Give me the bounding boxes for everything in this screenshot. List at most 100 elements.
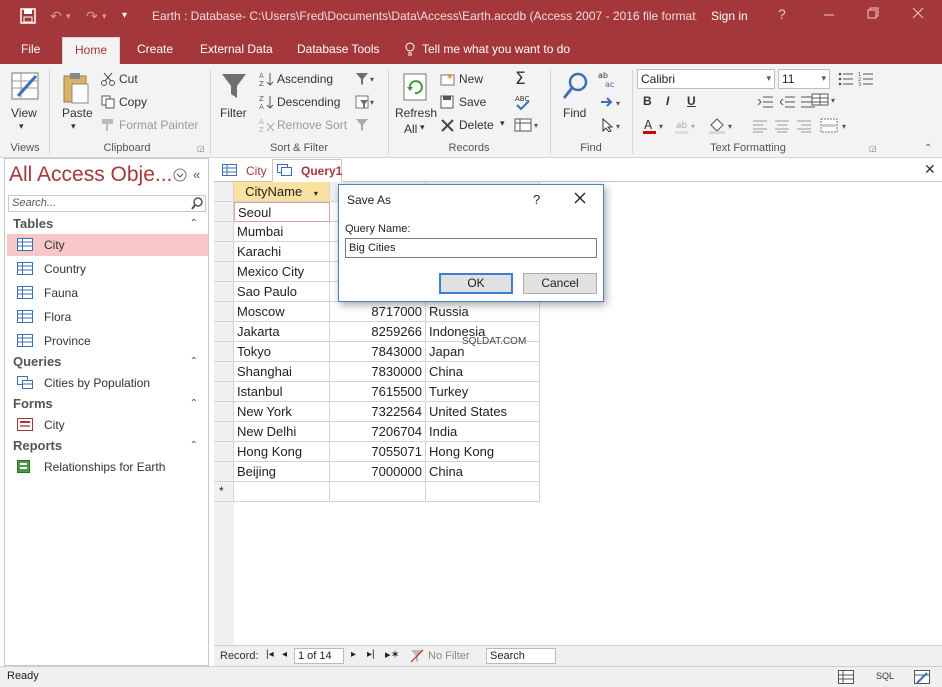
go-to-icon[interactable]: ▾ <box>600 95 626 112</box>
sort-ascending-icon[interactable]: AZ <box>259 71 275 90</box>
city-name-cell[interactable]: Beijing <box>234 462 330 482</box>
selection-filter-icon[interactable]: ▾ <box>355 72 377 89</box>
new-row-cell[interactable] <box>234 482 330 502</box>
align-right-icon[interactable] <box>796 119 812 136</box>
population-cell[interactable]: 8259266 <box>330 322 426 342</box>
country-cell[interactable]: Russia <box>426 302 540 322</box>
column-dropdown-icon[interactable]: ▾ <box>314 189 318 198</box>
population-cell[interactable]: 7322564 <box>330 402 426 422</box>
country-cell[interactable]: United States <box>426 402 540 422</box>
redo-icon[interactable]: ↷ <box>86 8 98 24</box>
population-cell[interactable]: 7830000 <box>330 362 426 382</box>
row-selector[interactable] <box>214 442 234 462</box>
city-name-cell[interactable]: Shanghai <box>234 362 330 382</box>
redo-dropdown-icon[interactable]: ▾ <box>102 8 107 24</box>
save-icon[interactable] <box>20 8 36 27</box>
datasheet-view-icon[interactable] <box>838 670 854 687</box>
numbering-icon[interactable]: 123 <box>858 71 874 90</box>
new-row-cell[interactable] <box>426 482 540 502</box>
save-record-button[interactable]: Save <box>459 95 486 109</box>
nav-group-reports[interactable]: Reports <box>13 438 62 453</box>
refresh-all-icon[interactable] <box>401 72 429 107</box>
row-selector[interactable] <box>214 282 234 302</box>
city-name-cell[interactable]: Moscow <box>234 302 330 322</box>
new-record-selector[interactable]: * <box>214 482 234 502</box>
population-cell[interactable]: 7055071 <box>330 442 426 462</box>
search-icon[interactable] <box>191 197 204 213</box>
nav-item-province-table[interactable]: Province <box>7 330 208 352</box>
bullets-icon[interactable] <box>838 71 854 90</box>
nav-item-fauna-table[interactable]: Fauna <box>7 282 208 304</box>
country-cell[interactable]: Hong Kong <box>426 442 540 462</box>
next-record-icon[interactable]: ▸ <box>351 649 356 660</box>
align-center-icon[interactable] <box>774 119 790 136</box>
collapse-queries-icon[interactable]: ⌃ <box>190 356 198 367</box>
city-name-cell[interactable]: Tokyo <box>234 342 330 362</box>
more-records-icon[interactable]: ▾ <box>514 117 542 136</box>
row-selector[interactable] <box>214 302 234 322</box>
city-name-cell[interactable]: Jakarta <box>234 322 330 342</box>
row-selector[interactable] <box>214 402 234 422</box>
remove-sort-button[interactable]: Remove Sort <box>277 118 347 132</box>
sort-descending-icon[interactable]: ZA <box>259 94 275 113</box>
row-selector[interactable] <box>214 262 234 282</box>
row-selector[interactable] <box>214 382 234 402</box>
nav-item-cities-by-population-query[interactable]: Cities by Population <box>7 372 208 394</box>
record-search-input[interactable]: Search <box>486 648 556 664</box>
country-cell[interactable]: China <box>426 462 540 482</box>
undo-icon[interactable]: ↶ <box>50 8 62 24</box>
sql-view-button[interactable]: SQL <box>876 671 894 681</box>
row-selector[interactable] <box>214 362 234 382</box>
doc-tab-city[interactable]: City <box>218 160 270 182</box>
current-record-field[interactable]: 1 of 14 <box>294 648 344 664</box>
nav-item-flora-table[interactable]: Flora <box>7 306 208 328</box>
tab-home[interactable]: Home <box>62 37 121 64</box>
spelling-icon[interactable]: ABC <box>514 93 532 114</box>
collapse-reports-icon[interactable]: ⌃ <box>190 440 198 451</box>
design-view-icon[interactable] <box>914 670 930 687</box>
tab-create[interactable]: Create <box>137 42 173 56</box>
underline-button[interactable]: U <box>687 94 696 108</box>
ok-button[interactable]: OK <box>439 273 513 294</box>
previous-record-icon[interactable]: ◂ <box>282 649 287 660</box>
paste-dropdown-icon[interactable]: ▾ <box>71 121 76 132</box>
country-cell[interactable]: China <box>426 362 540 382</box>
help-icon[interactable]: ? <box>778 6 786 22</box>
new-record-button[interactable]: New <box>459 72 483 86</box>
nav-item-relationships-report[interactable]: Relationships for Earth <box>7 456 208 478</box>
refresh-all-label[interactable]: All <box>404 122 417 136</box>
nav-search-input[interactable]: Search... <box>8 195 206 212</box>
format-painter-icon[interactable] <box>101 118 115 135</box>
undo-dropdown-icon[interactable]: ▾ <box>66 8 71 24</box>
advanced-filter-icon[interactable]: ▾ <box>355 95 377 112</box>
row-selector[interactable] <box>214 462 234 482</box>
city-name-cell[interactable]: Mexico City <box>234 262 330 282</box>
find-button[interactable]: Find <box>563 106 586 120</box>
country-cell[interactable]: Turkey <box>426 382 540 402</box>
increase-indent-icon[interactable] <box>757 95 774 112</box>
dialog-close-icon[interactable] <box>573 191 587 208</box>
row-selector[interactable] <box>214 342 234 362</box>
fill-color-icon[interactable]: ▾ <box>708 118 738 137</box>
nav-item-city-form[interactable]: City <box>7 414 208 436</box>
delete-dropdown-icon[interactable]: ▾ <box>500 118 505 129</box>
row-selector[interactable] <box>214 202 234 222</box>
dialog-help-icon[interactable]: ? <box>533 192 540 207</box>
select-icon[interactable]: ▾ <box>600 117 626 135</box>
copy-button[interactable]: Copy <box>119 95 147 109</box>
nav-group-forms[interactable]: Forms <box>13 396 53 411</box>
clipboard-launcher-icon[interactable]: ◲ <box>197 144 205 153</box>
close-window-icon[interactable] <box>912 6 924 22</box>
doc-tab-query1[interactable]: Query1 <box>272 159 342 182</box>
font-name-dropdown-icon[interactable]: ▾ <box>766 73 771 84</box>
collapse-tables-icon[interactable]: ⌃ <box>190 218 198 229</box>
row-selector[interactable] <box>214 242 234 262</box>
nav-item-country-table[interactable]: Country <box>7 258 208 280</box>
new-record-icon[interactable]: ✶ <box>440 72 456 89</box>
no-filter-button[interactable]: No Filter <box>428 650 470 662</box>
query-name-input[interactable]: Big Cities <box>345 238 597 258</box>
replace-icon[interactable]: ab ac <box>598 70 616 91</box>
tab-external-data[interactable]: External Data <box>200 42 273 56</box>
nav-item-city-table[interactable]: City <box>7 234 208 256</box>
last-record-icon[interactable]: ▸| <box>367 649 375 660</box>
